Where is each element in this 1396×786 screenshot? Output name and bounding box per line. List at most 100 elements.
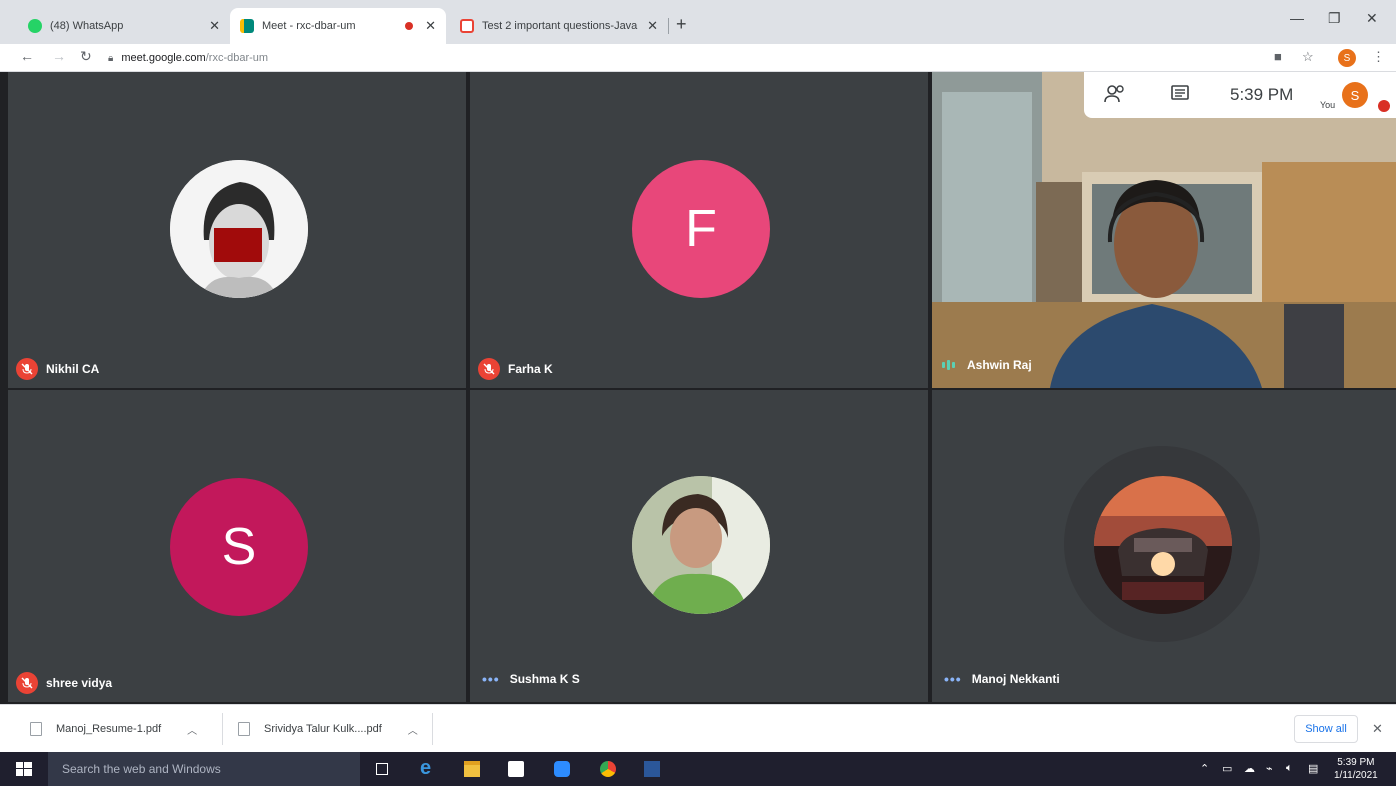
chrome-icon[interactable] — [600, 761, 616, 777]
avatar — [1094, 476, 1232, 614]
zoom-icon[interactable] — [554, 761, 570, 777]
forward-button[interactable]: → — [52, 48, 66, 64]
divider — [432, 713, 433, 745]
avatar — [632, 476, 770, 614]
profile-avatar[interactable]: S — [1338, 49, 1356, 67]
participant-tile[interactable]: F Farha K — [470, 72, 928, 388]
taskbar: Search the web and Windows e ⌃ ▭ ☁ ⌁ 🔈︎ … — [0, 752, 1396, 786]
participant-name: Nikhil CA — [46, 362, 100, 376]
onedrive-icon[interactable]: ☁ — [1244, 762, 1255, 775]
clock-time: 5:39 PM — [1337, 757, 1375, 768]
chevron-up-icon[interactable]: ︿ — [187, 722, 197, 737]
more-options-icon[interactable]: ••• — [944, 672, 962, 686]
tab-title: (48) WhatsApp — [50, 20, 124, 32]
participant-name: Ashwin Raj — [967, 358, 1032, 372]
participant-nameplate: Nikhil CA — [16, 358, 99, 380]
participant-nameplate: ••• Manoj Nekkanti — [944, 672, 1060, 686]
self-label: You — [1320, 100, 1336, 110]
task-view-icon[interactable] — [376, 763, 388, 775]
windows-start-icon[interactable] — [16, 762, 32, 776]
browser-toolbar: ← → ↻ 🔒︎ meet.google.com /rxc-dbar-um ■ … — [0, 44, 1396, 72]
car-photo — [1094, 476, 1232, 614]
self-avatar[interactable]: S — [1342, 82, 1368, 108]
tab-divider — [668, 18, 669, 34]
mic-off-icon — [16, 358, 38, 380]
mic-off-icon — [478, 358, 500, 380]
participant-name: Manoj Nekkanti — [971, 672, 1060, 686]
tab-strip: (48) WhatsApp ✕ Meet - rxc-dbar-um ✕ Tes… — [0, 0, 1396, 44]
camera-icon[interactable]: ■ — [1274, 49, 1282, 64]
participant-name: Farha K — [508, 362, 553, 376]
participant-nameplate: shree vidya — [16, 672, 112, 694]
mic-off-icon — [16, 672, 38, 694]
volume-icon[interactable]: 🔈︎ — [1286, 762, 1293, 775]
participant-tile[interactable]: ••• Manoj Nekkanti — [932, 390, 1396, 702]
divider — [222, 713, 223, 745]
network-icon[interactable]: ⌁ — [1266, 762, 1273, 775]
download-item[interactable]: Srividya Talur Kulk....pdf ︿ — [238, 705, 418, 753]
taskbar-search[interactable]: Search the web and Windows — [48, 752, 360, 786]
participant-nameplate: Farha K — [478, 358, 553, 380]
back-button[interactable]: ← — [20, 48, 34, 64]
person-photo — [632, 476, 770, 614]
close-window-button[interactable]: ✕ — [1366, 10, 1378, 27]
new-tab-button[interactable]: + — [676, 14, 687, 35]
pdf-file-icon — [238, 722, 250, 736]
pdf-file-icon — [30, 722, 42, 736]
participant-tile[interactable]: ••• Sushma K S — [470, 390, 928, 702]
close-icon[interactable]: ✕ — [647, 18, 658, 34]
participant-name: shree vidya — [46, 676, 113, 690]
tab-title: Test 2 important questions-Java — [482, 20, 638, 32]
system-clock[interactable]: 5:39 PM 1/11/2021 — [1334, 756, 1378, 782]
edge-icon[interactable]: e — [420, 757, 436, 779]
meet-icon — [240, 19, 254, 33]
participant-tile[interactable]: Nikhil CA — [8, 72, 466, 388]
person-photo — [170, 160, 308, 298]
bookmark-star-icon[interactable]: ☆ — [1302, 49, 1314, 65]
close-icon[interactable]: ✕ — [425, 18, 436, 34]
maximize-button[interactable]: ❐ — [1328, 10, 1341, 27]
reload-button[interactable]: ↻ — [80, 48, 92, 65]
gmail-icon — [460, 19, 474, 33]
file-explorer-icon[interactable] — [464, 761, 480, 777]
tray-chevron-icon[interactable]: ⌃ — [1200, 762, 1209, 775]
participant-nameplate: ••• Sushma K S — [482, 672, 580, 686]
tab-title: Meet - rxc-dbar-um — [262, 20, 356, 32]
close-icon[interactable]: ✕ — [209, 18, 220, 34]
speaking-indicator-icon — [942, 360, 955, 370]
people-icon[interactable] — [1104, 84, 1126, 109]
download-shelf: Manoj_Resume-1.pdf ︿ Srividya Talur Kulk… — [0, 704, 1396, 752]
word-icon[interactable] — [644, 761, 660, 777]
avatar: F — [632, 160, 770, 298]
participant-video-tile[interactable]: Ashwin Raj — [932, 72, 1396, 388]
address-bar[interactable]: 🔒︎ meet.google.com /rxc-dbar-um — [108, 47, 1258, 69]
download-filename: Srividya Talur Kulk....pdf — [264, 723, 382, 735]
whatsapp-icon — [28, 19, 42, 33]
menu-icon[interactable]: ⋮ — [1372, 49, 1385, 65]
participant-name: Sushma K S — [509, 672, 580, 686]
tab-gmail[interactable]: Test 2 important questions-Java ✕ — [450, 8, 668, 44]
minimize-button[interactable]: — — [1290, 10, 1304, 26]
download-item[interactable]: Manoj_Resume-1.pdf ︿ — [30, 705, 197, 753]
more-options-icon[interactable]: ••• — [482, 672, 500, 686]
store-icon[interactable] — [508, 761, 524, 777]
muted-indicator-icon — [1378, 100, 1390, 112]
tab-whatsapp[interactable]: (48) WhatsApp ✕ — [18, 8, 230, 44]
close-icon[interactable]: ✕ — [1372, 721, 1383, 737]
notification-icon[interactable]: ▤ — [1308, 762, 1318, 775]
tab-meet[interactable]: Meet - rxc-dbar-um ✕ — [230, 8, 446, 44]
clock-date: 1/11/2021 — [1334, 770, 1378, 781]
url-host: meet.google.com — [121, 52, 206, 64]
chat-icon[interactable] — [1170, 84, 1190, 109]
lock-icon: 🔒︎ — [108, 52, 114, 64]
camera-feed — [932, 72, 1396, 388]
participant-nameplate: Ashwin Raj — [942, 358, 1032, 372]
chevron-up-icon[interactable]: ︿ — [408, 722, 418, 737]
recording-icon — [405, 22, 414, 30]
participant-tile[interactable]: S shree vidya — [8, 390, 466, 702]
download-filename: Manoj_Resume-1.pdf — [56, 723, 162, 735]
show-all-button[interactable]: Show all — [1294, 715, 1358, 743]
battery-icon[interactable]: ▭ — [1222, 762, 1232, 775]
avatar: S — [170, 478, 308, 616]
url-path: /rxc-dbar-um — [205, 52, 269, 64]
